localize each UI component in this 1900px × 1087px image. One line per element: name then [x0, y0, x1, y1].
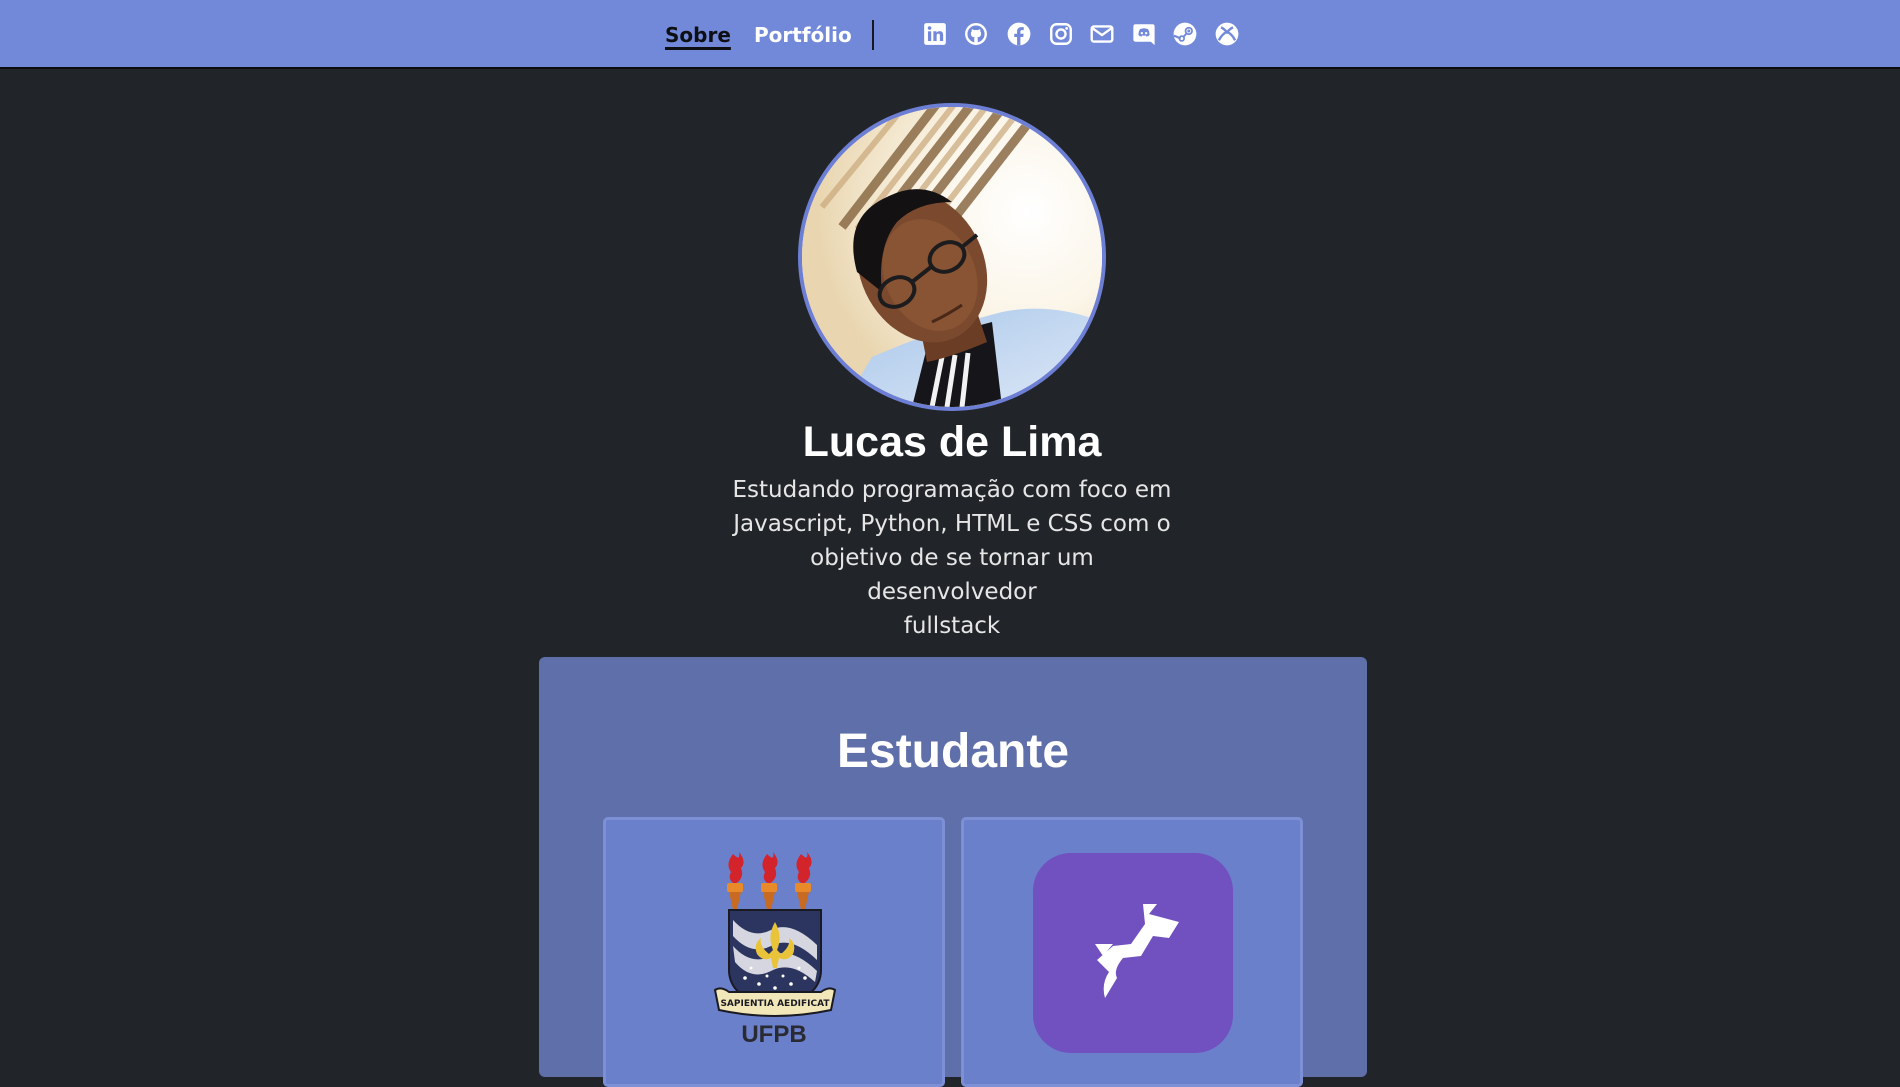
ufpb-label: UFPB	[741, 1021, 807, 1048]
ufpb-card[interactable]: SAPIENTIA AEDIFICAT UFPB	[603, 817, 945, 1087]
rocketseat-logo-icon	[1033, 853, 1233, 1053]
rocket-icon	[1095, 904, 1179, 998]
discord-icon[interactable]	[1131, 21, 1157, 47]
mail-icon[interactable]	[1089, 21, 1115, 47]
ufpb-motto: SAPIENTIA AEDIFICAT	[720, 999, 830, 1009]
profile-bio: Estudando programação com foco em Javasc…	[727, 473, 1177, 643]
bio-line: fullstack	[903, 613, 1001, 639]
github-icon[interactable]	[963, 21, 989, 47]
bio-line: Javascript, Python, HTML e CSS com o	[733, 511, 1171, 537]
facebook-icon[interactable]	[1006, 21, 1032, 47]
linkedin-icon[interactable]	[922, 21, 948, 47]
estudante-section: Estudante SAPIENTIA AEDIFICAT UFPB	[539, 657, 1367, 1087]
bio-line: Estudando programação com foco em	[732, 477, 1172, 503]
section-title: Estudante	[836, 725, 1070, 778]
nav-link-portfolio[interactable]: Portfólio	[754, 20, 852, 50]
xbox-icon[interactable]	[1214, 21, 1240, 47]
profile-name: Lucas de Lima	[802, 418, 1102, 466]
steam-icon[interactable]	[1172, 21, 1198, 47]
profile-photo	[802, 107, 1102, 407]
instagram-icon[interactable]	[1048, 21, 1074, 47]
rocketseat-card[interactable]	[961, 817, 1303, 1087]
profile-avatar	[798, 103, 1106, 411]
nav-divider	[872, 20, 874, 50]
bio-line: objetivo de se tornar um desenvolvedor	[810, 545, 1094, 605]
ufpb-crest-icon: SAPIENTIA AEDIFICAT	[713, 852, 837, 1017]
top-navigation-bar: Sobre Portfólio	[0, 0, 1900, 69]
nav-link-sobre[interactable]: Sobre	[665, 20, 731, 50]
